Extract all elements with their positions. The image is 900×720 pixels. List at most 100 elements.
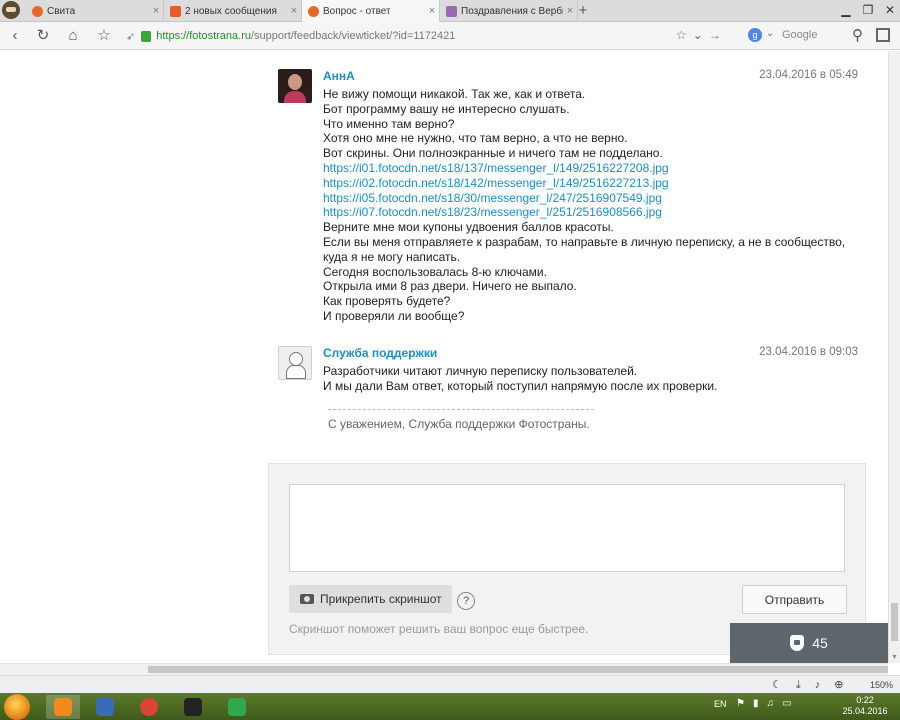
- minimize-icon[interactable]: ▁: [836, 0, 856, 22]
- zoom-icon[interactable]: ⊕: [834, 679, 857, 691]
- ticket-message: Служба поддержки 23.04.2016 в 09:03 Разр…: [278, 346, 858, 396]
- close-icon[interactable]: ×: [425, 5, 439, 17]
- bookmark-star-icon[interactable]: ☆: [93, 25, 115, 47]
- message-line: куда я не могу написать.: [323, 249, 461, 264]
- back-icon[interactable]: ‹: [4, 25, 26, 47]
- zoom-level[interactable]: 150%: [870, 680, 893, 690]
- user-avatar[interactable]: [278, 69, 312, 103]
- scrollbar-thumb[interactable]: [148, 666, 888, 673]
- message-author[interactable]: АннА: [323, 69, 355, 83]
- secure-lock-icon: [141, 30, 152, 42]
- message-line: Что именно там верно?: [323, 116, 455, 131]
- language-indicator[interactable]: EN: [714, 699, 727, 709]
- night-mode-icon[interactable]: ☾: [772, 679, 796, 691]
- new-tab-button[interactable]: +: [572, 0, 594, 22]
- page-content: АннА 23.04.2016 в 05:49 Не вижу помощи н…: [0, 51, 888, 663]
- help-icon[interactable]: ?: [457, 592, 475, 610]
- qr-code-icon[interactable]: [876, 28, 890, 42]
- system-tray-icons: ⚑▮♫▭: [736, 698, 799, 709]
- taskbar-chrome-app[interactable]: [132, 695, 166, 719]
- shield-icon: [790, 635, 805, 651]
- camera-icon: [300, 594, 314, 604]
- speaker-icon[interactable]: ♫: [766, 698, 782, 709]
- search-engine-dropdown-icon[interactable]: ⌄: [766, 28, 774, 39]
- speed-dial-icon: ➶: [126, 30, 136, 43]
- message-line: Хотя оно мне не нужно, что там верно, а …: [323, 131, 628, 146]
- reload-icon[interactable]: ↻: [32, 25, 54, 47]
- tab-title: Поздравления с Вербны: [461, 5, 563, 17]
- notification-icon[interactable]: ▭: [782, 698, 799, 709]
- tab-svita[interactable]: Свита ×: [26, 0, 164, 22]
- browser-logo-icon[interactable]: [2, 1, 20, 19]
- go-arrow-icon[interactable]: →: [709, 28, 727, 42]
- taskbar-green-app[interactable]: [220, 695, 254, 719]
- network-icon[interactable]: ▮: [753, 698, 767, 709]
- search-input[interactable]: Google: [782, 29, 817, 41]
- support-signature: С уважением, Служба поддержки Фотостраны…: [328, 417, 590, 431]
- close-icon[interactable]: ×: [287, 5, 301, 17]
- vertical-scrollbar[interactable]: ▼: [888, 51, 900, 663]
- tab-new-messages[interactable]: 2 новых сообщения ×: [164, 0, 302, 22]
- flag-icon[interactable]: ⚑: [736, 698, 753, 709]
- home-icon[interactable]: ⌂: [62, 25, 84, 47]
- send-button[interactable]: Отправить: [742, 585, 847, 614]
- message-date: 23.04.2016 в 05:49: [759, 69, 858, 81]
- site-favicon-icon: [308, 5, 319, 17]
- tab-greetings[interactable]: Поздравления с Вербны ×: [440, 0, 578, 22]
- chrome-icon: [140, 698, 158, 716]
- ticket-message: АннА 23.04.2016 в 05:49 Не вижу помощи н…: [278, 69, 858, 329]
- favorite-star-icon[interactable]: ☆: [676, 28, 693, 42]
- clock-time: 0:22: [856, 695, 874, 705]
- message-line: Как проверять будете?: [323, 294, 451, 309]
- taskbar-paint-app[interactable]: [176, 695, 210, 719]
- dropdown-chevron-icon[interactable]: ⌄: [693, 28, 709, 42]
- screenshot-link[interactable]: https://i01.fotocdn.net/s18/137/messenge…: [323, 161, 858, 176]
- police-badge-widget[interactable]: 45: [730, 623, 888, 663]
- tab-title: Свита: [47, 5, 76, 17]
- message-line: И проверяли ли вообще?: [323, 308, 465, 323]
- message-author[interactable]: Служба поддержки: [323, 346, 437, 360]
- green-app-icon: [228, 698, 246, 716]
- start-button[interactable]: [4, 694, 30, 720]
- attach-label: Прикрепить скриншот: [320, 592, 442, 606]
- windows-taskbar: EN ⚑▮♫▭ 0:22 25.04.2016: [0, 693, 900, 720]
- browser-app-icon: [54, 698, 72, 716]
- url-field[interactable]: ➶ https://fotostrana.ru /support/feedbac…: [126, 26, 726, 46]
- download-icon[interactable]: ⤓: [796, 679, 815, 691]
- message-date: 23.04.2016 в 09:03: [759, 346, 858, 358]
- message-line: Открыла ими 8 раз двери. Ничего не выпал…: [323, 279, 577, 294]
- close-window-icon[interactable]: ✕: [880, 0, 900, 22]
- taskbar-clock[interactable]: 0:22 25.04.2016: [842, 695, 888, 717]
- attach-screenshot-button[interactable]: Прикрепить скриншот: [289, 585, 452, 613]
- search-icon[interactable]: ⚲: [852, 26, 863, 44]
- message-line: Бот программу вашу не интересно слушать.: [323, 101, 570, 116]
- volume-icon[interactable]: ♪: [815, 679, 835, 691]
- horizontal-scrollbar[interactable]: [0, 663, 888, 675]
- tab-title: Вопрос - ответ: [323, 5, 391, 17]
- signature-divider: [328, 409, 594, 410]
- scrollbar-thumb[interactable]: [891, 603, 898, 641]
- url-actions[interactable]: ☆⌄→: [676, 28, 727, 42]
- taskbar-browser-app[interactable]: [46, 695, 80, 719]
- screenshot-link[interactable]: https://i02.fotocdn.net/s18/142/messenge…: [323, 176, 858, 191]
- browser-tab-bar: Свита × 2 новых сообщения × Вопрос - отв…: [0, 0, 900, 22]
- taskbar-screenshot-app[interactable]: [88, 695, 122, 719]
- message-line: Сегодня воспользовалась 8-ю ключами.: [323, 264, 547, 279]
- mail-favicon-icon: [170, 5, 181, 17]
- reply-textarea[interactable]: [289, 484, 845, 572]
- scroll-down-arrow-icon[interactable]: ▼: [891, 654, 898, 661]
- address-bar: ‹ ↻ ⌂ ☆ ➶ https://fotostrana.ru /support…: [0, 22, 900, 50]
- close-icon[interactable]: ×: [149, 5, 163, 17]
- search-engine-icon[interactable]: g: [748, 28, 762, 42]
- image-favicon-icon: [446, 5, 457, 17]
- screenshot-link[interactable]: https://i07.fotocdn.net/s18/23/messenger…: [323, 205, 858, 220]
- browser-status-bar: ☾⤓♪⊕ 150%: [0, 675, 900, 693]
- screenshot-link[interactable]: https://i05.fotocdn.net/s18/30/messenger…: [323, 191, 858, 206]
- paint-app-icon: [184, 698, 202, 716]
- restore-icon[interactable]: ❐: [858, 0, 878, 22]
- message-line: Верните мне мои купоны удвоения баллов к…: [323, 220, 614, 235]
- tab-support-ticket[interactable]: Вопрос - ответ ×: [302, 0, 440, 22]
- message-line: Не вижу помощи никакой. Так же, как и от…: [323, 87, 586, 101]
- url-path: /support/feedback/viewticket/?id=1172421: [251, 30, 456, 42]
- badge-count: 45: [812, 635, 828, 651]
